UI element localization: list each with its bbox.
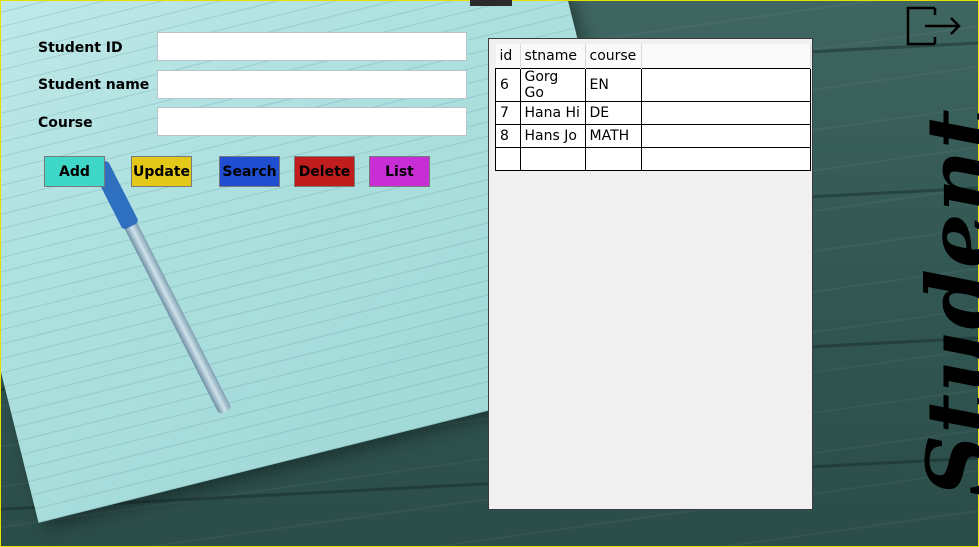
delete-button[interactable]: Delete <box>294 156 355 187</box>
cell-course[interactable] <box>584 147 642 171</box>
students-grid[interactable]: id stname course 6 Gorg Go EN 7 Hana Hi … <box>488 38 813 510</box>
add-button[interactable]: Add <box>44 156 105 187</box>
student-id-input[interactable] <box>157 32 467 61</box>
course-input[interactable] <box>157 107 467 136</box>
student-name-label: Student name <box>38 77 150 93</box>
search-button[interactable]: Search <box>219 156 280 187</box>
side-title-text: Student <box>908 107 979 497</box>
cell-id[interactable]: 6 <box>495 68 521 102</box>
update-button[interactable]: Update <box>131 156 192 187</box>
column-header-course[interactable]: course <box>585 44 642 69</box>
cell-id[interactable]: 7 <box>495 101 521 125</box>
table-row[interactable]: 8 Hans Jo MATH <box>495 124 811 148</box>
cell-id[interactable] <box>495 147 521 171</box>
table-row-new[interactable] <box>495 147 811 171</box>
students-table: id stname course 6 Gorg Go EN 7 Hana Hi … <box>495 44 811 171</box>
cell-course[interactable]: MATH <box>584 124 642 148</box>
list-button[interactable]: List <box>369 156 430 187</box>
cell-filler <box>640 101 811 125</box>
course-label: Course <box>38 115 93 131</box>
top-handle <box>470 0 512 6</box>
table-row[interactable]: 7 Hana Hi DE <box>495 101 811 125</box>
cell-filler <box>640 147 811 171</box>
student-id-label: Student ID <box>38 40 123 56</box>
cell-stname[interactable]: Hana Hi <box>519 101 586 125</box>
cell-filler <box>640 124 811 148</box>
cell-stname[interactable]: Hans Jo <box>519 124 586 148</box>
column-header-id[interactable]: id <box>495 44 521 69</box>
student-name-input[interactable] <box>157 70 467 99</box>
cell-id[interactable]: 8 <box>495 124 521 148</box>
cell-stname[interactable]: Gorg Go <box>519 68 586 102</box>
cell-course[interactable]: DE <box>584 101 642 125</box>
grid-header-row: id stname course <box>495 44 811 69</box>
column-header-filler <box>641 44 811 69</box>
column-header-stname[interactable]: stname <box>520 44 586 69</box>
logout-icon[interactable] <box>905 5 963 47</box>
table-row[interactable]: 6 Gorg Go EN <box>495 68 811 102</box>
cell-course[interactable]: EN <box>584 68 642 102</box>
cell-filler <box>640 68 811 102</box>
side-title: Student <box>909 82 979 522</box>
cell-stname[interactable] <box>519 147 586 171</box>
